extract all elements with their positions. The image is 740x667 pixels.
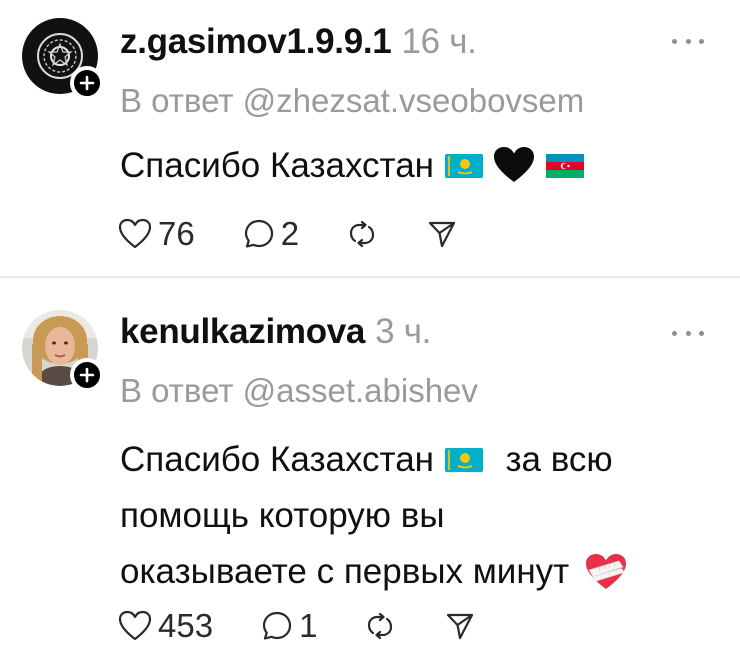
repost-icon [349,220,375,248]
more-options-button[interactable] [672,328,704,338]
follow-button[interactable] [70,358,104,392]
post-text-line: помощь которую вы [120,496,445,535]
like-button[interactable]: 453 [118,607,213,645]
dot [699,330,704,336]
flag-kazakhstan-icon [444,154,483,178]
comment-icon [244,219,273,248]
send-icon [428,221,456,248]
post-text-line: Спасибо Казахстан [120,146,434,185]
black-heart-icon [494,147,535,182]
repost-button[interactable] [365,611,395,641]
username[interactable]: z.gasimov1.9.9.1 [120,22,392,61]
share-button[interactable] [445,611,475,641]
comment-icon [262,611,292,640]
comment-button[interactable]: 1 [261,607,317,645]
timestamp: 3 ч. [375,312,432,351]
dot [672,330,677,336]
post-1: z.gasimov1.9.9.1 16 ч. В ответ @zhezsat.v… [0,0,740,276]
like-button[interactable]: 76 [118,215,195,253]
comment-count: 2 [280,215,300,252]
username[interactable]: kenulkazimova [120,312,365,351]
comment-count: 1 [299,607,318,644]
reply-to[interactable]: В ответ @asset.abishev [120,372,478,410]
dot [685,330,691,336]
repost-button[interactable] [347,219,377,249]
post-text: Спасибо Казахстан [120,142,720,190]
share-button[interactable] [427,219,457,249]
heart-icon [118,610,152,641]
post-actions: 453 1 [118,604,475,648]
follow-button[interactable] [70,66,104,100]
dot [672,38,677,44]
dot [685,38,691,44]
repost-icon [368,612,393,640]
plus-icon [79,367,95,383]
plus-icon [79,75,95,91]
heart-icon [118,218,152,249]
post-text: Спасибо Казахстан за всю помощь которую … [120,432,720,600]
post-text-segment: за всю [505,440,613,479]
comment-button[interactable]: 2 [243,215,299,253]
avatar[interactable] [22,18,104,100]
post-header: z.gasimov1.9.9.1 16 ч. [120,22,477,62]
timestamp: 16 ч. [401,22,477,61]
avatar[interactable] [22,310,104,392]
post-header: kenulkazimova 3 ч. [120,312,431,352]
post-text-line: оказываете с первых минут [120,544,720,600]
post-text-segment: Спасибо Казахстан [120,440,434,479]
flag-azerbaijan-icon [546,154,585,178]
send-icon [447,613,474,640]
post-actions: 76 2 [118,212,457,256]
like-count: 453 [158,607,214,644]
like-count: 76 [158,215,195,252]
post-text-segment: оказываете с первых минут [120,552,570,591]
flag-kazakhstan-icon [444,448,483,472]
mending-heart-icon [585,554,626,589]
post-2: kenulkazimova 3 ч. В ответ @asset.abishev… [0,278,740,667]
post-text-line: Спасибо Казахстан за всю [120,432,720,488]
more-options-button[interactable] [672,36,704,46]
reply-to[interactable]: В ответ @zhezsat.vseobovsem [120,82,584,120]
dot [699,38,704,44]
